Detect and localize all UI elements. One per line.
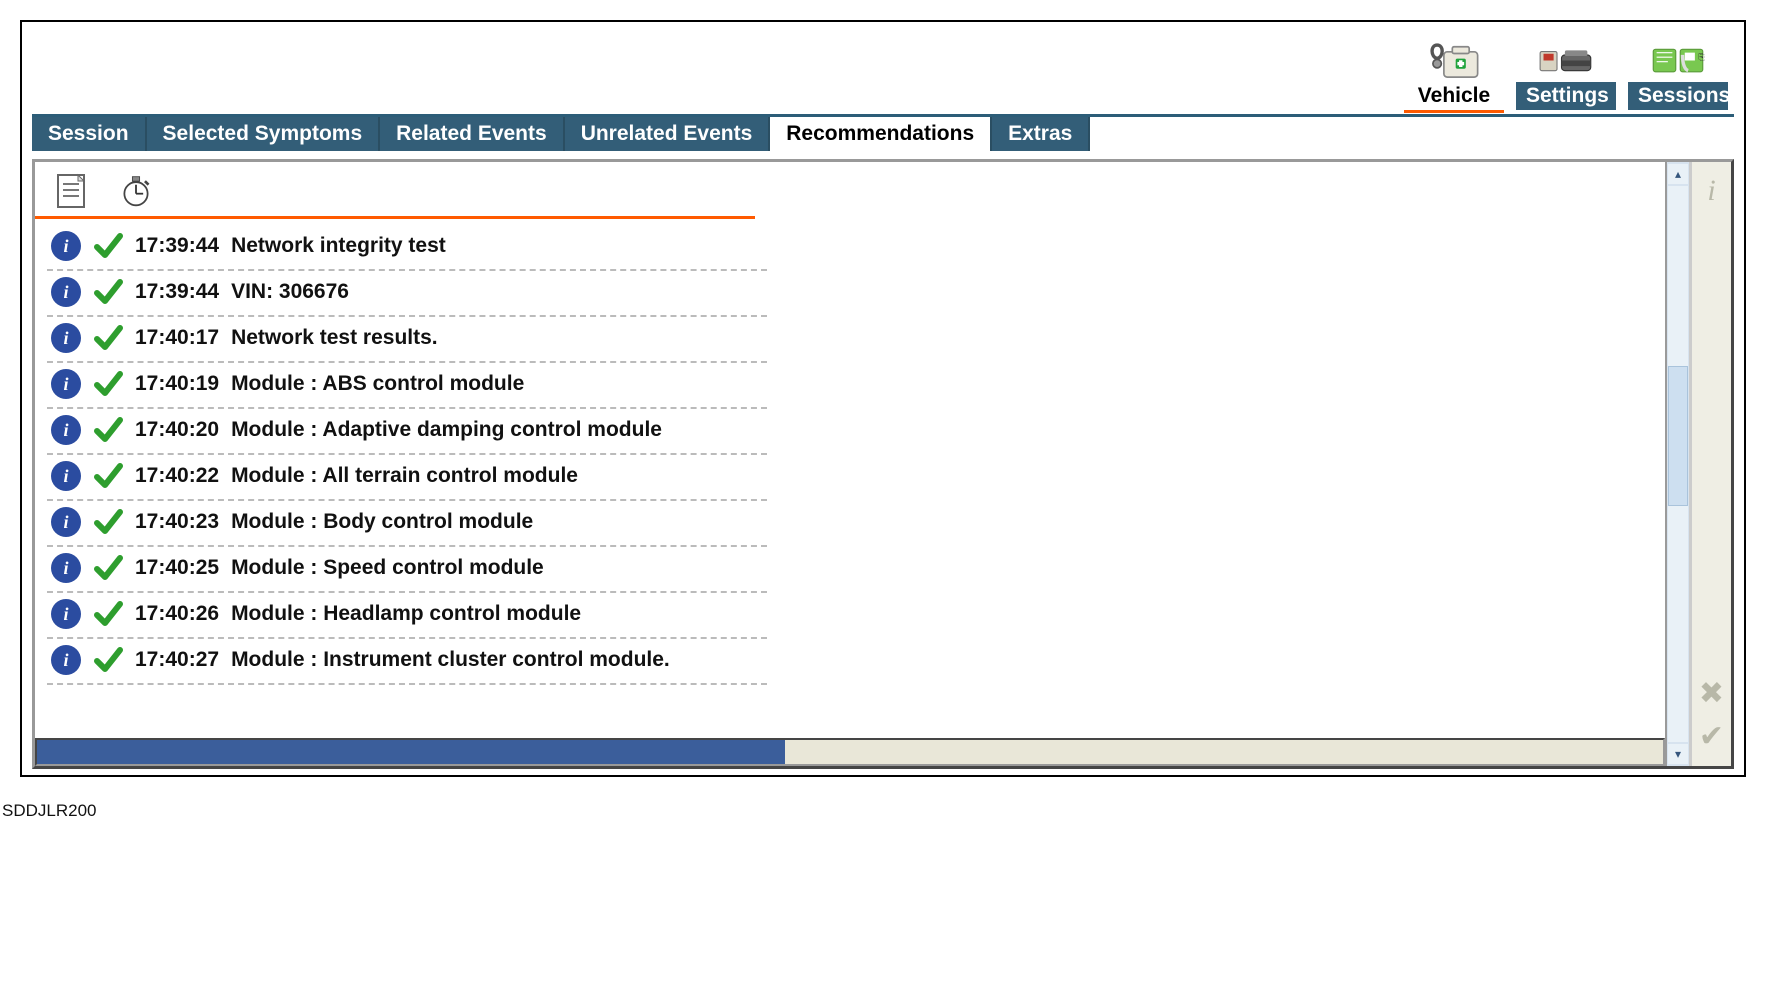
check-icon [93,323,123,353]
log-row[interactable]: i 17:40:19 Module : ABS control module [47,363,767,409]
log-row[interactable]: i 17:39:44 Network integrity test [47,225,767,271]
stethoscope-medkit-icon [1427,38,1481,82]
check-icon [93,415,123,445]
row-info-icon[interactable]: i [51,553,81,583]
log-panel: i 17:39:44 Network integrity test i 17:39:44… [35,162,1665,766]
progress-fill [37,740,785,764]
check-icon [93,553,123,583]
toolbar-settings-label: Settings [1516,82,1616,110]
tab-extras[interactable]: Extras [992,117,1090,151]
info-icon[interactable]: i [1707,174,1715,208]
svg-text:⎘: ⎘ [1698,52,1705,61]
log-description: Module : Adaptive damping control module [231,418,662,442]
row-info-icon[interactable]: i [51,369,81,399]
row-info-icon[interactable]: i [51,645,81,675]
row-info-icon[interactable]: i [51,461,81,491]
tab-session[interactable]: Session [32,117,147,151]
toolbar-vehicle[interactable]: Vehicle [1404,38,1504,110]
toolbar-sessions-label: Sessions [1628,82,1728,110]
log-row[interactable]: i 17:40:17 Network test results. [47,317,767,363]
figure-caption: SDDJLR200 [0,797,1766,821]
log-row[interactable]: i 17:40:20 Module : Adaptive damping contr… [47,409,767,455]
log-description: Module : Instrument cluster control modu… [231,648,670,672]
log-description: Network integrity test [231,234,446,258]
log-description: Module : Headlamp control module [231,602,581,626]
log-row[interactable]: i 17:40:22 Module : All terrain control mo… [47,455,767,501]
app-frame: Vehicle Settings [20,20,1746,777]
log-row[interactable]: i 17:39:44 VIN: 306676 [47,271,767,317]
log-time: 17:40:17 [135,326,219,350]
log-description: Network test results. [231,326,438,350]
toolbar-settings[interactable]: Settings [1516,38,1616,110]
session-notes-icon: ⎘ [1651,38,1705,82]
row-info-icon[interactable]: i [51,415,81,445]
log-row[interactable]: i 17:40:25 Module : Speed control module [47,547,767,593]
log-description: Module : All terrain control module [231,464,578,488]
scroll-down-icon[interactable]: ▾ [1668,744,1688,764]
log-description: VIN: 306676 [231,280,349,304]
log-description: Module : ABS control module [231,372,524,396]
cancel-icon[interactable]: ✖ [1699,676,1724,711]
check-icon [93,507,123,537]
log-time: 17:40:27 [135,648,219,672]
side-action-strip: i ✖ ✔ [1689,162,1731,766]
check-icon [93,599,123,629]
toolbar-vehicle-label: Vehicle [1404,82,1504,110]
scroll-track[interactable] [1668,186,1688,742]
stopwatch-icon[interactable] [119,172,153,210]
tab-selected-symptoms[interactable]: Selected Symptoms [147,117,381,151]
check-icon [93,461,123,491]
top-toolbar: Vehicle Settings [32,32,1734,110]
row-info-icon[interactable]: i [51,599,81,629]
progress-bar [35,738,1665,766]
device-printer-icon [1539,38,1593,82]
log-row[interactable]: i 17:40:27 Module : Instrument cluster con… [47,639,767,685]
log-description: Module : Speed control module [231,556,544,580]
check-icon [93,369,123,399]
log-row[interactable]: i 17:40:26 Module : Headlamp control modul… [47,593,767,639]
row-info-icon[interactable]: i [51,507,81,537]
log-time: 17:39:44 [135,234,219,258]
toolbar-sessions[interactable]: ⎘ Sessions [1628,38,1728,110]
log-time: 17:40:22 [135,464,219,488]
row-info-icon[interactable]: i [51,277,81,307]
log-time: 17:40:19 [135,372,219,396]
log-row[interactable]: i 17:40:23 Module : Body control module [47,501,767,547]
tab-unrelated-events[interactable]: Unrelated Events [565,117,771,151]
confirm-icon[interactable]: ✔ [1699,719,1724,754]
row-info-icon[interactable]: i [51,323,81,353]
row-info-icon[interactable]: i [51,231,81,261]
check-icon [93,645,123,675]
log-time: 17:40:26 [135,602,219,626]
work-area: i 17:39:44 Network integrity test i 17:39:44… [32,159,1734,769]
tab-bar: Session Selected Symptoms Related Events… [32,114,1734,151]
tab-recommendations[interactable]: Recommendations [770,117,992,151]
log-time: 17:40:20 [135,418,219,442]
log-header [35,162,755,219]
scroll-thumb[interactable] [1668,366,1688,506]
log-description: Module : Body control module [231,510,533,534]
check-icon [93,277,123,307]
log-time: 17:40:23 [135,510,219,534]
vertical-scrollbar[interactable]: ▴ ▾ [1665,162,1689,766]
log-time: 17:40:25 [135,556,219,580]
log-list: i 17:39:44 Network integrity test i 17:39:44… [35,219,1665,738]
log-time: 17:39:44 [135,280,219,304]
document-icon[interactable] [55,172,89,210]
check-icon [93,231,123,261]
tab-related-events[interactable]: Related Events [380,117,565,151]
scroll-up-icon[interactable]: ▴ [1668,164,1688,184]
